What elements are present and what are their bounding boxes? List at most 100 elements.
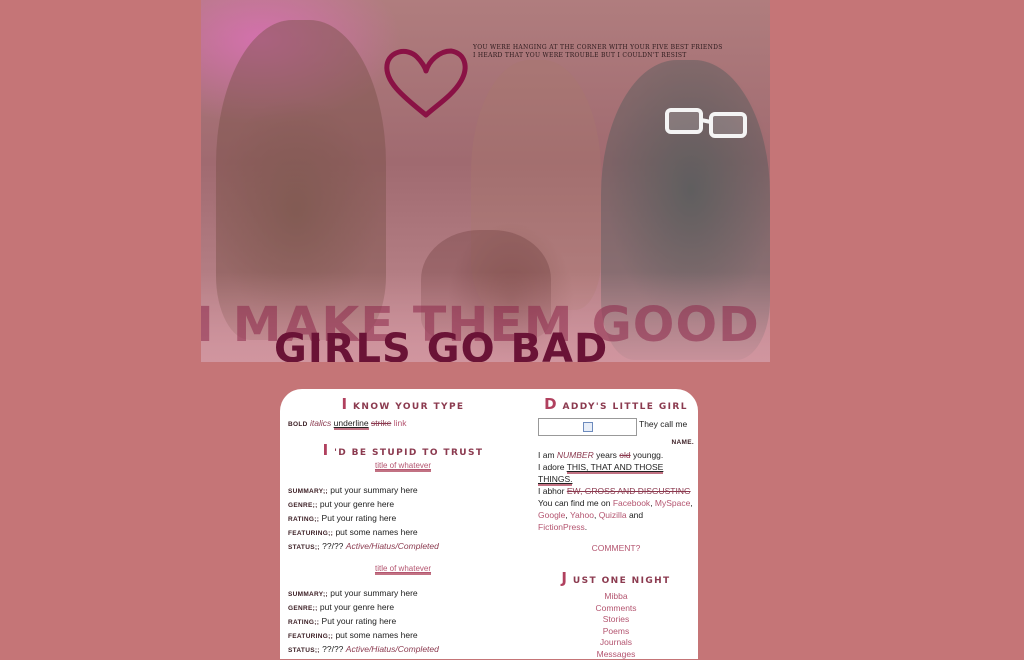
comment-link[interactable]: COMMENT? — [592, 543, 641, 553]
nav-link-mibba[interactable]: Mibba — [538, 591, 694, 603]
and-text: and — [629, 510, 643, 520]
fic-entry: SUMMARY;; put your summary here GENRE;; … — [288, 587, 518, 657]
rating-label: RATING;; — [288, 619, 319, 626]
genre-value: put your genre here — [320, 602, 394, 612]
right-column: D ADDY'S LITTLE GIRL They call me NAME. … — [538, 395, 694, 660]
fic-featuring: FEATURING;; put some names here — [288, 629, 518, 643]
they-call-me-text: They call me — [639, 419, 687, 429]
name-label: NAME. — [672, 439, 694, 446]
fic-rating: RATING;; Put your rating here — [288, 615, 518, 629]
status-value: Active/Hiatus/Completed — [346, 644, 439, 654]
banner-quote-line1: YOU WERE HANGING AT THE CORNER WITH YOUR… — [473, 44, 763, 52]
genre-label: GENRE;; — [288, 605, 318, 612]
abhor-line: I abhor EW, GROSS AND DISGUSTING — [538, 485, 694, 497]
rating-value: Put your rating here — [322, 513, 397, 523]
old-strike: old — [619, 450, 630, 460]
name-row: They call me NAME. — [538, 418, 694, 449]
myspace-link[interactable]: MySpace — [655, 498, 690, 508]
status-count: ??/?? — [322, 644, 343, 654]
name-line: NAME. — [538, 435, 694, 449]
section-title-cap: I — [323, 441, 330, 459]
fic-featuring: FEATURING;; put some names here — [288, 526, 518, 540]
section-title-text: ADDY'S LITTLE GIRL — [563, 402, 688, 412]
section-title-stupid-to-trust: I 'D BE STUPID TO TRUST — [288, 441, 518, 459]
status-count: ??/?? — [322, 541, 343, 551]
fic-summary: SUMMARY;; put your summary here — [288, 587, 518, 601]
section-title-daddys-little-girl: D ADDY'S LITTLE GIRL — [538, 395, 694, 413]
link-sample[interactable]: link — [394, 418, 407, 428]
i-adore-text: I adore — [538, 462, 564, 472]
featuring-value: put some names here — [335, 630, 417, 640]
fic-genre: GENRE;; put your genre here — [288, 498, 518, 512]
broken-image-icon — [583, 422, 593, 432]
nav-link-messages[interactable]: Messages — [538, 649, 694, 660]
featuring-label: FEATURING;; — [288, 530, 333, 537]
nav-link-stories[interactable]: Stories — [538, 614, 694, 626]
featuring-value: put some names here — [335, 527, 417, 537]
profile-block: They call me NAME. I am NUMBER years old… — [538, 418, 694, 533]
fic-title-text[interactable]: title of whatever — [375, 461, 431, 472]
summary-label: SUMMARY;; — [288, 591, 328, 598]
format-sample: BOLD italics underline strike link — [288, 417, 518, 431]
left-column: I KNOW YOUR TYPE BOLD italics underline … — [288, 395, 518, 657]
italics-sample: italics — [310, 418, 331, 428]
fic-status: STATUS;; ??/?? Active/Hiatus/Completed — [288, 540, 518, 554]
section-title-know-your-type: I KNOW YOUR TYPE — [288, 395, 518, 413]
age-number: NUMBER — [557, 450, 594, 460]
youngg-text: youngg. — [633, 450, 663, 460]
genre-value: put your genre here — [320, 499, 394, 509]
adore-line: I adore THIS, THAT AND THOSE THINGS. — [538, 461, 694, 485]
google-link[interactable]: Google — [538, 510, 565, 520]
fic-summary: SUMMARY;; put your summary here — [288, 484, 518, 498]
strike-sample: strike — [371, 418, 391, 428]
fic-title-text[interactable]: title of whatever — [375, 564, 431, 575]
rating-label: RATING;; — [288, 516, 319, 523]
status-label: STATUS;; — [288, 647, 320, 654]
underline-sample: underline — [334, 418, 369, 430]
glasses-icon — [663, 100, 749, 140]
section-title-cap: D — [544, 395, 558, 413]
years-text: years — [596, 450, 617, 460]
age-line: I am NUMBER years old youngg. — [538, 449, 694, 461]
section-title-text: 'D BE STUPID TO TRUST — [334, 448, 483, 458]
rating-value: Put your rating here — [322, 616, 397, 626]
fic-genre: GENRE;; put your genre here — [288, 601, 518, 615]
section-title-just-one-night: J UST ONE NIGHT — [538, 569, 694, 587]
section-title-cap: J — [561, 569, 568, 587]
section-title-text: UST ONE NIGHT — [573, 576, 671, 586]
broken-image-placeholder — [538, 418, 637, 436]
find-me-line: You can find me on Facebook, MySpace, Go… — [538, 497, 694, 533]
quizilla-link[interactable]: Quizilla — [599, 510, 627, 520]
section-title-cap: I — [342, 395, 349, 413]
comment-row: COMMENT? — [538, 543, 694, 553]
nav-link-journals[interactable]: Journals — [538, 637, 694, 649]
status-value: Active/Hiatus/Completed — [346, 541, 439, 551]
bold-sample: BOLD — [288, 421, 308, 428]
yahoo-link[interactable]: Yahoo — [570, 510, 594, 520]
content-panel: I KNOW YOUR TYPE BOLD italics underline … — [280, 389, 698, 659]
banner-quote-line2: I HEARD THAT YOU WERE TROUBLE BUT I COUL… — [473, 52, 763, 60]
header-banner: YOU WERE HANGING AT THE CORNER WITH YOUR… — [201, 0, 770, 362]
fic-title-link[interactable]: title of whatever — [288, 461, 518, 470]
nav-link-poems[interactable]: Poems — [538, 626, 694, 638]
fic-rating: RATING;; Put your rating here — [288, 512, 518, 526]
find-me-text: You can find me on — [538, 498, 610, 508]
fic-title-link[interactable]: title of whatever — [288, 564, 518, 573]
summary-value: put your summary here — [330, 588, 417, 598]
heart-icon — [381, 45, 471, 123]
featuring-label: FEATURING;; — [288, 633, 333, 640]
i-am-text: I am — [538, 450, 555, 460]
abhor-things: EW, GROSS AND DISGUSTING — [567, 486, 691, 496]
nav-link-comments[interactable]: Comments — [538, 603, 694, 615]
banner-quote: YOU WERE HANGING AT THE CORNER WITH YOUR… — [473, 44, 763, 60]
fictionpress-link[interactable]: FictionPress — [538, 522, 585, 532]
banner-tagline-bottom: GIRLS GO BAD — [274, 334, 608, 362]
status-label: STATUS;; — [288, 544, 320, 551]
section-title-text: KNOW YOUR TYPE — [353, 402, 464, 412]
facebook-link[interactable]: Facebook — [613, 498, 650, 508]
summary-label: SUMMARY;; — [288, 488, 328, 495]
genre-label: GENRE;; — [288, 502, 318, 509]
summary-value: put your summary here — [330, 485, 417, 495]
nav-links: Mibba Comments Stories Poems Journals Me… — [538, 591, 694, 660]
i-abhor-text: I abhor — [538, 486, 564, 496]
